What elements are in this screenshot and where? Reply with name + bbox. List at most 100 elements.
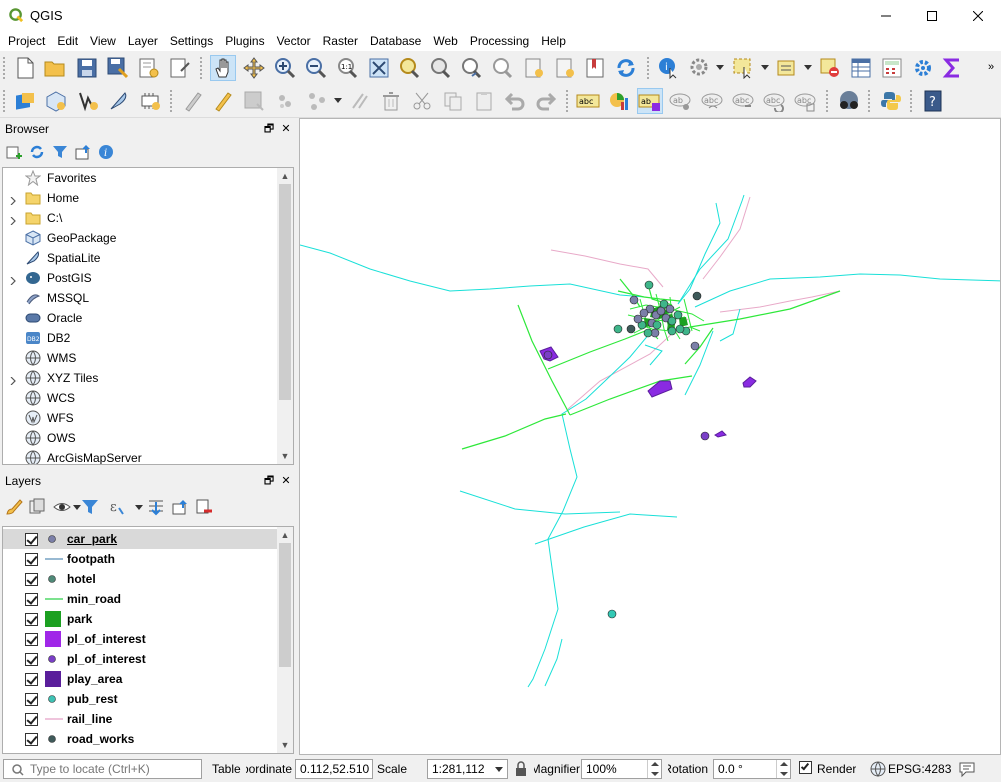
pan-map-button[interactable] (210, 55, 236, 81)
toolbar-grip[interactable] (826, 90, 830, 112)
toolbar-grip[interactable] (200, 57, 204, 79)
remove-layer-button[interactable] (194, 497, 214, 517)
close-panel-icon[interactable]: ✕ (279, 122, 293, 136)
layer-visibility-checkbox[interactable] (25, 613, 38, 626)
vertex-tool-button[interactable] (304, 88, 330, 114)
magnifier-spinbox[interactable]: 100% (581, 759, 662, 779)
browser-item-spatialite[interactable]: SpatiaLite (3, 248, 279, 268)
redo-button[interactable] (533, 88, 559, 114)
scroll-down-arrow[interactable]: ▼ (277, 448, 293, 464)
new-shapefile-layer-button[interactable] (75, 88, 101, 114)
statistics-button[interactable] (940, 55, 966, 81)
pin-unpin-labels-button[interactable]: ab (668, 88, 694, 114)
save-layer-edits-button[interactable] (241, 88, 267, 114)
layer-diagram-options-button[interactable] (606, 88, 632, 114)
layer-item-rail-line[interactable]: rail_line (3, 709, 279, 729)
chevron-right-icon[interactable] (9, 214, 17, 226)
new-map-view-button[interactable] (521, 55, 547, 81)
messages-icon[interactable] (958, 760, 976, 778)
close-button[interactable] (955, 0, 1001, 31)
new-3d-map-button[interactable] (552, 55, 578, 81)
menu-web[interactable]: Web (427, 31, 463, 51)
scrollbar-thumb[interactable] (279, 543, 291, 667)
field-calculator-button[interactable] (879, 55, 905, 81)
save-project-button[interactable] (74, 55, 100, 81)
browser-item-c[interactable]: C:\ (3, 208, 279, 228)
add-group-button[interactable] (27, 497, 47, 517)
zoom-to-selection-button[interactable] (396, 55, 422, 81)
select-by-value-button[interactable] (774, 55, 800, 81)
toolbar-grip[interactable] (910, 90, 914, 112)
scroll-up-arrow[interactable]: ▲ (277, 168, 293, 184)
browser-item-wcs[interactable]: WCS (3, 388, 279, 408)
browser-filter-button[interactable] (50, 142, 70, 162)
enable-properties-button[interactable]: i (96, 142, 116, 162)
layer-item-car-park[interactable]: car_park (3, 529, 279, 549)
layer-visibility-checkbox[interactable] (25, 593, 38, 606)
toolbar-grip[interactable] (868, 90, 872, 112)
filter-legend-button[interactable] (80, 497, 100, 517)
layer-item-hotel[interactable]: hotel (3, 569, 279, 589)
attribute-table-status-label[interactable]: Table (212, 762, 241, 776)
locator-search-input[interactable]: Type to locate (Ctrl+K) (3, 759, 202, 779)
maximize-button[interactable] (909, 0, 955, 31)
expand-all-button[interactable] (146, 497, 166, 517)
pan-to-selection-button[interactable] (241, 55, 267, 81)
scroll-down-arrow[interactable]: ▼ (277, 737, 293, 753)
layer-item-pub-rest[interactable]: pub_rest (3, 689, 279, 709)
new-spatial-bookmark-button[interactable] (582, 55, 608, 81)
browser-item-wms[interactable]: WMS (3, 348, 279, 368)
undo-button[interactable] (502, 88, 528, 114)
browser-refresh-button[interactable] (27, 142, 47, 162)
layer-visibility-checkbox[interactable] (25, 573, 38, 586)
save-as-button[interactable] (105, 55, 131, 81)
layer-item-road-works[interactable]: road_works (3, 729, 279, 749)
toolbar-grip[interactable] (170, 90, 174, 112)
zoom-last-button[interactable] (458, 55, 484, 81)
layer-item-park[interactable]: park (3, 609, 279, 629)
menu-layer[interactable]: Layer (122, 31, 164, 51)
browser-item-home[interactable]: Home (3, 188, 279, 208)
move-label-button[interactable]: abc (730, 88, 756, 114)
layer-visibility-checkbox[interactable] (25, 653, 38, 666)
browser-scrollbar[interactable]: ▲ ▼ (277, 168, 293, 464)
expression-dropdown[interactable] (135, 505, 143, 510)
add-selected-layers-button[interactable] (4, 142, 24, 162)
menu-project[interactable]: Project (2, 31, 51, 51)
layer-visibility-checkbox[interactable] (25, 693, 38, 706)
toggle-editing-button[interactable] (210, 88, 236, 114)
digitize-feature-button[interactable] (272, 88, 298, 114)
select-features-button[interactable] (730, 55, 756, 81)
python-console-button[interactable] (878, 88, 904, 114)
browser-item-db2[interactable]: DB2 DB2 (3, 328, 279, 348)
map-canvas[interactable] (299, 118, 1001, 755)
manage-map-themes-button[interactable] (52, 497, 72, 517)
coordinate-field[interactable]: 0.112,52.510 (295, 759, 373, 779)
rotation-spinbox[interactable]: 0.0 ° (713, 759, 791, 779)
browser-item-oracle[interactable]: Oracle (3, 308, 279, 328)
layer-item-pl-of-interest[interactable]: pl_of_interest (3, 629, 279, 649)
float-panel-icon[interactable]: 🗗 (262, 122, 276, 136)
show-hide-labels-button[interactable]: abc (699, 88, 725, 114)
help-contents-button[interactable]: ? (920, 88, 946, 114)
current-edits-button[interactable] (180, 88, 206, 114)
chevron-right-icon[interactable] (9, 374, 17, 386)
cut-features-button[interactable] (409, 88, 435, 114)
open-attribute-table-button[interactable] (848, 55, 874, 81)
browser-item-arcgismapserver[interactable]: ArcGisMapServer (3, 448, 279, 464)
layer-item-footpath[interactable]: footpath (3, 549, 279, 569)
close-panel-icon[interactable]: ✕ (279, 474, 293, 488)
browser-item-postgis[interactable]: PostGIS (3, 268, 279, 288)
zoom-out-button[interactable] (303, 55, 329, 81)
copy-features-button[interactable] (440, 88, 466, 114)
new-print-layout-button[interactable] (136, 55, 162, 81)
menu-raster[interactable]: Raster (317, 31, 364, 51)
zoom-next-button[interactable] (489, 55, 515, 81)
data-source-manager-button[interactable] (12, 88, 38, 114)
select-dropdown[interactable] (761, 65, 769, 70)
modify-attributes-button[interactable] (347, 88, 373, 114)
scroll-up-arrow[interactable]: ▲ (277, 527, 293, 543)
run-feature-action-button[interactable] (687, 55, 713, 81)
layer-labeling-options-button[interactable]: abc (575, 88, 601, 114)
minimize-button[interactable] (863, 0, 909, 31)
